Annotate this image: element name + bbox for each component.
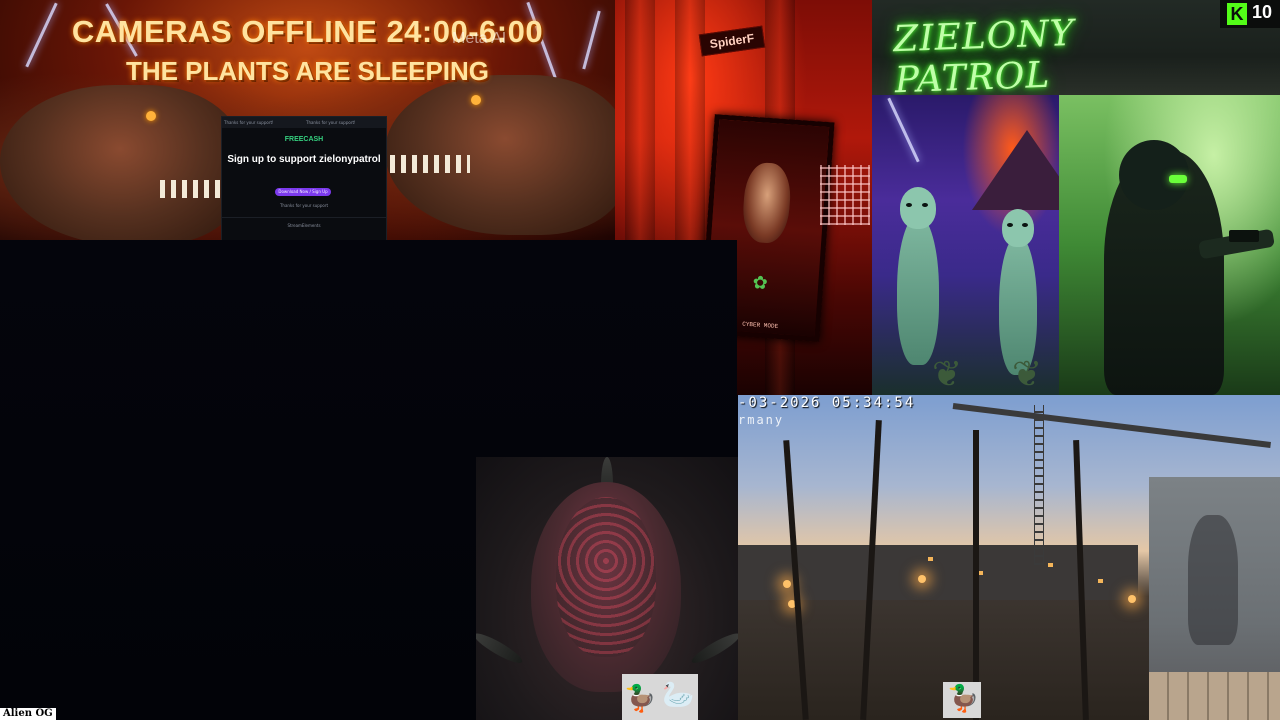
leaf [689,629,738,668]
overlay-tab-bar: Thanks for your support! Thanks for your… [222,117,386,128]
dinosaur-eye [146,111,156,121]
hooded-soldier-image [1059,95,1280,395]
alien-eye [1022,223,1028,227]
dinosaur-teeth [160,180,230,198]
dinosaur-eye [471,95,481,105]
soldier-visor [1169,175,1187,183]
bud-trichomes [556,497,656,657]
alien-eye [906,203,912,207]
bare-tree [973,430,979,720]
soldier-gun [1229,230,1259,242]
crane-jib [952,403,1271,448]
streetlight [1128,595,1136,603]
streetlight [783,580,791,588]
duck-sticker: 🦆 [943,682,981,718]
right-dinosaur [385,75,615,235]
cannabis-leaf-icon: ❦ [932,354,963,395]
duck-icon: 🦆 [624,684,657,714]
live-camera-feed: 🦆 -03-2026 05:34:54 rmany [738,395,1280,720]
cannabis-leaf-icon: ✿ [751,272,769,295]
alien-eye [1007,223,1013,227]
alien-head [900,187,936,229]
freecash-logo: FREECASH [284,136,324,143]
neon-sign-panel: ZIELONY PATROL K 10 [872,0,1280,95]
lit-window [1098,579,1103,583]
volcano [972,130,1059,210]
strain-label: Alien OG [0,708,56,720]
duck-sticker-pair: 🦆 🦢 [622,674,698,720]
overlay-tab[interactable]: Thanks for your support! [222,117,304,128]
cannabis-leaf-icon: ❦ [1012,354,1043,395]
overlay-tab[interactable]: Thanks for your support! [304,117,386,128]
wire-basket [820,165,870,225]
shadow-figure [1188,515,1238,645]
meta-ai-watermark: Meta AI [452,30,507,47]
cannabis-bud-image: 🦆 🦢 [476,457,738,720]
camera-timestamp: -03-2026 05:34:54 [738,395,916,411]
lightning-bolt [887,97,920,163]
spider-sign: SpiderF [698,25,766,57]
viewer-count: 10 [1252,2,1273,22]
alien-head [1002,209,1034,247]
streetlight [918,575,926,583]
camera-location: rmany [738,413,785,427]
leaf [476,629,525,668]
freecash-signup-button[interactable]: Download Now / Sign Up [275,188,331,196]
duck-icon: 🦆 [947,684,980,714]
freecash-small-text: Thanks for your support [279,203,329,208]
duck-icon: 🦢 [662,680,695,710]
alien-eye [922,203,928,207]
banner-headline: CAMERAS OFFLINE 24:00-6:00 [71,14,544,49]
balcony-tiles [1149,672,1280,720]
lit-window [928,557,933,561]
freecash-overlay: Thanks for your support! Thanks for your… [221,116,387,242]
aliens-image: ❦ ❦ [872,95,1059,395]
crane-mast [1034,405,1044,565]
neon-sign-text: ZIELONY PATROL [892,12,1076,95]
freecash-footer: StreamElements [222,217,386,228]
kick-icon: K [1227,3,1247,25]
lit-window [1048,563,1053,567]
dinosaur-teeth [390,155,470,173]
left-dinosaur [0,85,240,240]
kick-viewer-badge: K 10 [1220,0,1280,28]
alien-figure [897,215,939,365]
poster-face [741,161,793,245]
banner-subheadline: THE PLANTS ARE SLEEPING [125,56,490,86]
freecash-heading: Sign up to support zielonypatrol [227,154,381,165]
